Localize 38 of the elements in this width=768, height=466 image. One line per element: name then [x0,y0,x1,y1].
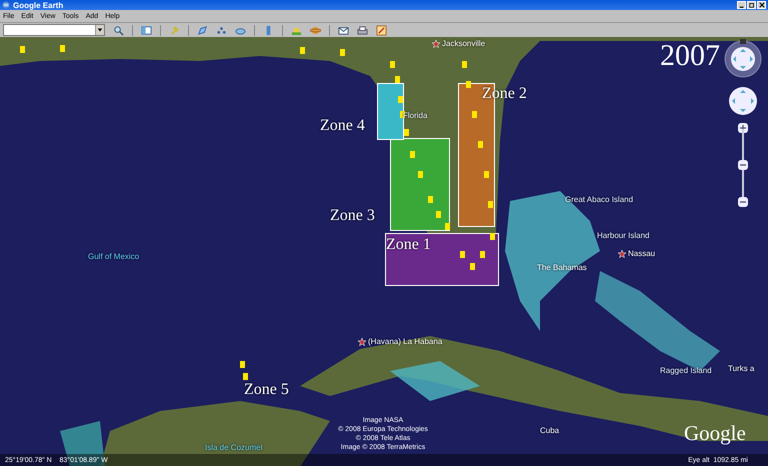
close-icon [758,2,764,8]
search-icon[interactable] [113,24,124,36]
place-label: Turks a [728,364,754,373]
restore-icon [748,2,754,8]
place-label: (Havana) La Habana [358,337,442,346]
city-marker-icon [618,250,626,258]
print-icon[interactable] [357,24,368,36]
move-control[interactable] [727,85,759,117]
sidebar-icon[interactable] [141,24,152,36]
zoom-slider-thumb[interactable] [738,160,748,170]
globe-icon [2,1,10,9]
close-button[interactable] [757,1,766,9]
search-field[interactable] [3,24,105,36]
place-label: Harbour Island [597,231,650,240]
email-icon[interactable] [338,24,349,36]
place-label: Isla de Cozumel [205,443,262,452]
city-marker-icon [358,338,366,346]
place-label: Nassau [618,249,656,258]
city-marker-icon [432,40,440,48]
zoom-slider[interactable] [737,123,749,207]
zone-label: Zone 3 [330,207,375,225]
window-title: Google Earth [13,0,64,10]
zone-label: Zone 4 [320,117,365,135]
restore-button[interactable] [747,1,756,9]
minimize-button[interactable] [737,1,746,9]
path-icon[interactable] [216,24,227,36]
zone-label: Zone 5 [244,381,289,399]
google-logo: Google [684,421,746,446]
zoom-out-icon[interactable] [738,197,748,207]
map-drawing[interactable] [0,37,768,466]
planet-icon[interactable] [310,24,321,36]
look-compass-control[interactable] [723,39,763,79]
zone-label: Zone 1 [386,236,431,254]
place-label: Jacksonville [432,39,486,48]
year-label: 2007 [660,39,720,73]
place-label: Ragged Island [660,366,712,375]
place-label: Gulf of Mexico [88,252,140,261]
place-label: Cuba [540,426,560,435]
